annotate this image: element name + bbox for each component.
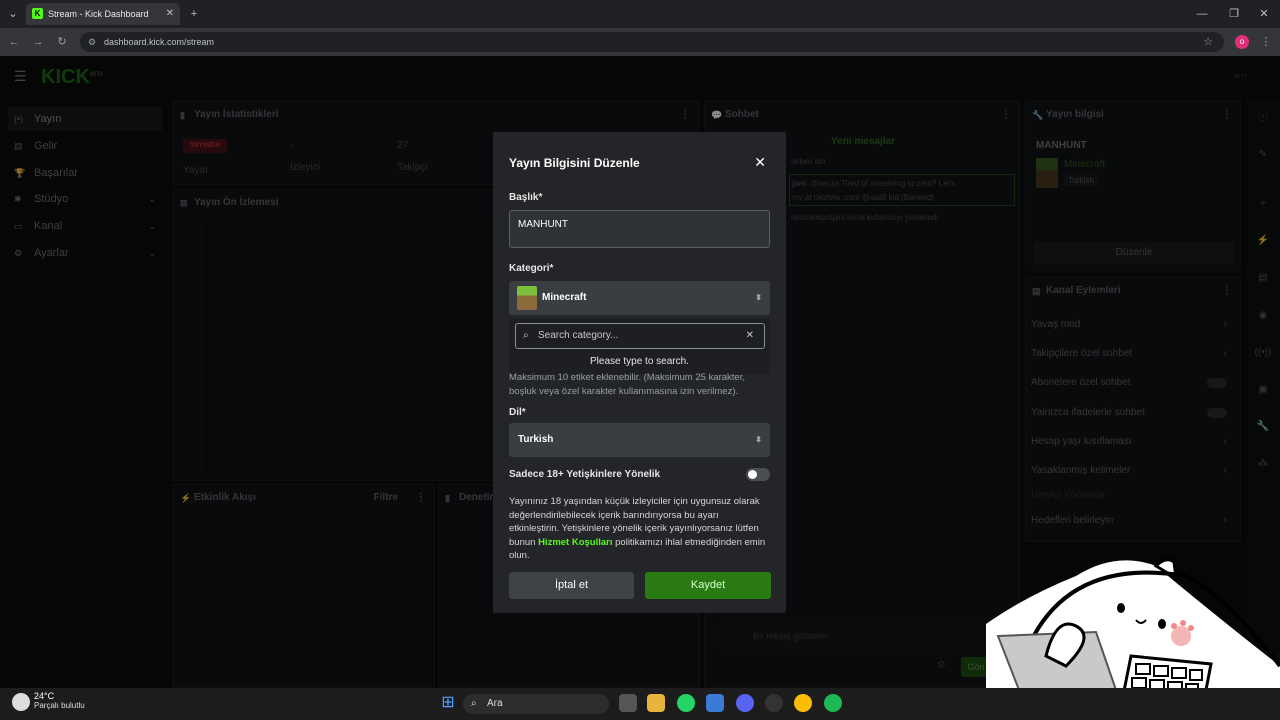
clear-search-icon[interactable]: ✕ [746,324,754,348]
adult-content-description: Yayınınız 18 yaşından küçük izleyiciler … [509,496,766,561]
forward-icon[interactable]: → [28,32,48,52]
search-icon: ⌕ [523,330,529,341]
weather-icon[interactable] [12,693,30,711]
save-button[interactable]: Kaydet [645,572,771,599]
tags-note: Maksimum 10 etiket eklenebilir. (Maksimu… [509,372,745,397]
category-label: Kategori* [509,263,554,274]
select-arrows-icon: ⬍ [755,293,762,302]
language-label: Dil* [509,407,526,418]
window-close-icon[interactable]: ✕ [1254,0,1274,28]
title-input[interactable]: MANHUNT [509,210,770,248]
task-view-icon[interactable] [619,694,637,712]
windows-start-icon[interactable]: ⊞ [439,694,457,712]
tab-list-icon[interactable]: ⌄ [3,0,23,28]
back-icon[interactable]: ← [4,32,24,52]
windows-taskbar [0,688,1280,720]
kick-favicon-icon: K [32,8,43,19]
edit-stream-info-modal: Yayın Bilgisini Düzenle ✕ Başlık* MANHUN… [493,132,786,613]
category-select[interactable]: Minecraft ⬍ [509,281,770,315]
weather-condition: Parçalı bulutlu [34,701,85,710]
temperature: 24°C [34,691,55,701]
file-explorer-icon[interactable] [647,694,665,712]
search-hint: Please type to search. [590,356,689,367]
search-icon: ⌕ [471,698,477,709]
address-bar[interactable]: ⚙ dashboard.kick.com/stream [80,32,1224,52]
terms-link[interactable]: Hizmet Koşulları [538,537,612,548]
category-search-input[interactable]: ⌕ Search category... ✕ [515,323,765,349]
discord-icon[interactable] [736,694,754,712]
new-tab-icon[interactable]: + [184,0,204,28]
browser-menu-icon[interactable]: ⋮ [1256,32,1276,52]
title-label: Başlık* [509,192,543,203]
cancel-button[interactable]: İptal et [509,572,634,599]
adult-content-label: Sadece 18+ Yetişkinlere Yönelik [509,469,661,480]
url-text: dashboard.kick.com/stream [104,37,215,47]
select-arrows-icon: ⬍ [755,435,762,444]
language-select[interactable]: Turkish ⬍ [509,423,770,457]
bookmark-star-icon[interactable]: ☆ [1198,32,1218,52]
tab-close-icon[interactable]: ✕ [166,3,174,25]
weather-widget[interactable]: 24°C Parçalı bulutlu [34,691,85,710]
whatsapp-icon[interactable] [677,694,695,712]
site-info-icon[interactable]: ⚙ [88,32,96,52]
taskbar-search[interactable]: ⌕ Ara [463,694,609,714]
chrome-icon[interactable] [794,694,812,712]
minecraft-icon [517,286,537,310]
adult-content-toggle[interactable] [746,468,770,481]
restore-icon[interactable]: ❐ [1224,0,1244,28]
app-icon[interactable] [765,694,783,712]
app-icon[interactable] [706,694,724,712]
reload-icon[interactable]: ↻ [52,32,72,52]
modal-title: Yayın Bilgisini Düzenle [509,156,640,170]
profile-avatar[interactable]: o [1235,35,1249,49]
minimize-icon[interactable]: — [1192,0,1212,28]
close-icon[interactable]: ✕ [754,154,766,171]
tab-title: Stream - Kick Dashboard [48,9,149,19]
browser-tab[interactable]: K Stream - Kick Dashboard ✕ [26,3,180,25]
spotify-icon[interactable] [824,694,842,712]
